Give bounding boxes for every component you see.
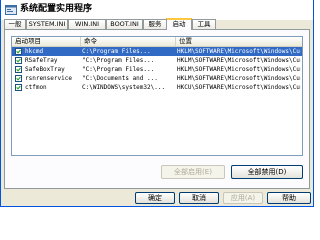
system-config-window: 系统配置实用程序 一般 SYSTEM.INI WIN.INI BOOT.INI … xyxy=(0,0,314,207)
enabled-checkbox[interactable] xyxy=(15,48,22,55)
disable-all-button[interactable]: 全部禁用(D) xyxy=(231,165,303,179)
startup-list[interactable]: 启动项目 命令 位置 hkcmd C:\Program Files... HKL… xyxy=(11,36,303,156)
tab-system-ini[interactable]: SYSTEM.INI xyxy=(26,19,68,29)
enabled-checkbox[interactable] xyxy=(15,66,22,73)
cancel-button[interactable]: 取消 xyxy=(179,192,219,204)
startup-panel: 启动项目 命令 位置 hkcmd C:\Program Files... HKL… xyxy=(4,29,310,189)
enabled-checkbox[interactable] xyxy=(15,75,22,82)
checkmark-icon xyxy=(16,58,21,63)
item-location: HKLM\SOFTWARE\Microsoft\Windows\Current.… xyxy=(177,48,301,55)
tab-tools[interactable]: 工具 xyxy=(192,19,216,29)
tab-boot-ini[interactable]: BOOT.INI xyxy=(106,19,143,29)
item-name: RSafeTray xyxy=(25,57,58,64)
checkmark-icon xyxy=(16,85,21,90)
ok-button[interactable]: 确定 xyxy=(135,192,175,204)
app-icon xyxy=(5,4,17,16)
item-name: ctfmon xyxy=(25,84,47,91)
list-item[interactable]: rsnrenservice "C:\Documents and ... HKLM… xyxy=(12,74,302,83)
help-button[interactable]: 帮助 xyxy=(267,192,311,204)
item-name: hkcmd xyxy=(25,48,44,55)
list-item[interactable]: RSafeTray "C:\Program Files... HKLM\SOFT… xyxy=(12,56,302,65)
column-location[interactable]: 位置 xyxy=(176,37,302,46)
enabled-checkbox[interactable] xyxy=(15,57,22,64)
item-command: C:\WINDOWS\system32\... xyxy=(82,84,166,91)
tab-startup[interactable]: 启动 xyxy=(166,18,192,30)
checkmark-icon xyxy=(16,76,21,81)
item-command: "C:\Program Files... xyxy=(82,57,155,64)
list-item[interactable]: SafeBoxTray "C:\Program Files... HKLM\SO… xyxy=(12,65,302,74)
item-name: rsnrenservice xyxy=(25,75,72,82)
tab-general[interactable]: 一般 xyxy=(4,19,26,29)
enable-all-button[interactable]: 全部启用(E) xyxy=(161,165,225,179)
item-name: SafeBoxTray xyxy=(25,66,65,73)
tab-services[interactable]: 服务 xyxy=(143,19,167,29)
item-location: HKLM\SOFTWARE\Microsoft\Windows\Current.… xyxy=(177,57,301,64)
column-startup-item[interactable]: 启动项目 xyxy=(12,37,81,46)
list-header: 启动项目 命令 位置 xyxy=(12,37,302,47)
item-command: "C:\Program Files... xyxy=(82,66,155,73)
checkmark-icon xyxy=(16,49,21,54)
apply-button[interactable]: 应用(A) xyxy=(223,192,263,204)
checkmark-icon xyxy=(16,67,21,72)
title-bar[interactable]: 系统配置实用程序 xyxy=(1,0,313,20)
list-item[interactable]: ctfmon C:\WINDOWS\system32\... HKCU\SOFT… xyxy=(12,83,302,92)
list-item[interactable]: hkcmd C:\Program Files... HKLM\SOFTWARE\… xyxy=(12,47,302,56)
enabled-checkbox[interactable] xyxy=(15,84,22,91)
column-command[interactable]: 命令 xyxy=(81,37,176,46)
item-location: HKCU\SOFTWARE\Microsoft\Windows\Current.… xyxy=(177,84,301,91)
item-location: HKLM\SOFTWARE\Microsoft\Windows\Current.… xyxy=(177,66,301,73)
tab-win-ini[interactable]: WIN.INI xyxy=(68,19,106,29)
item-command: C:\Program Files... xyxy=(82,48,151,55)
item-location: HKLM\SOFTWARE\Microsoft\Windows\Current.… xyxy=(177,75,301,82)
item-command: "C:\Documents and ... xyxy=(82,75,158,82)
window-title: 系统配置实用程序 xyxy=(20,4,93,14)
